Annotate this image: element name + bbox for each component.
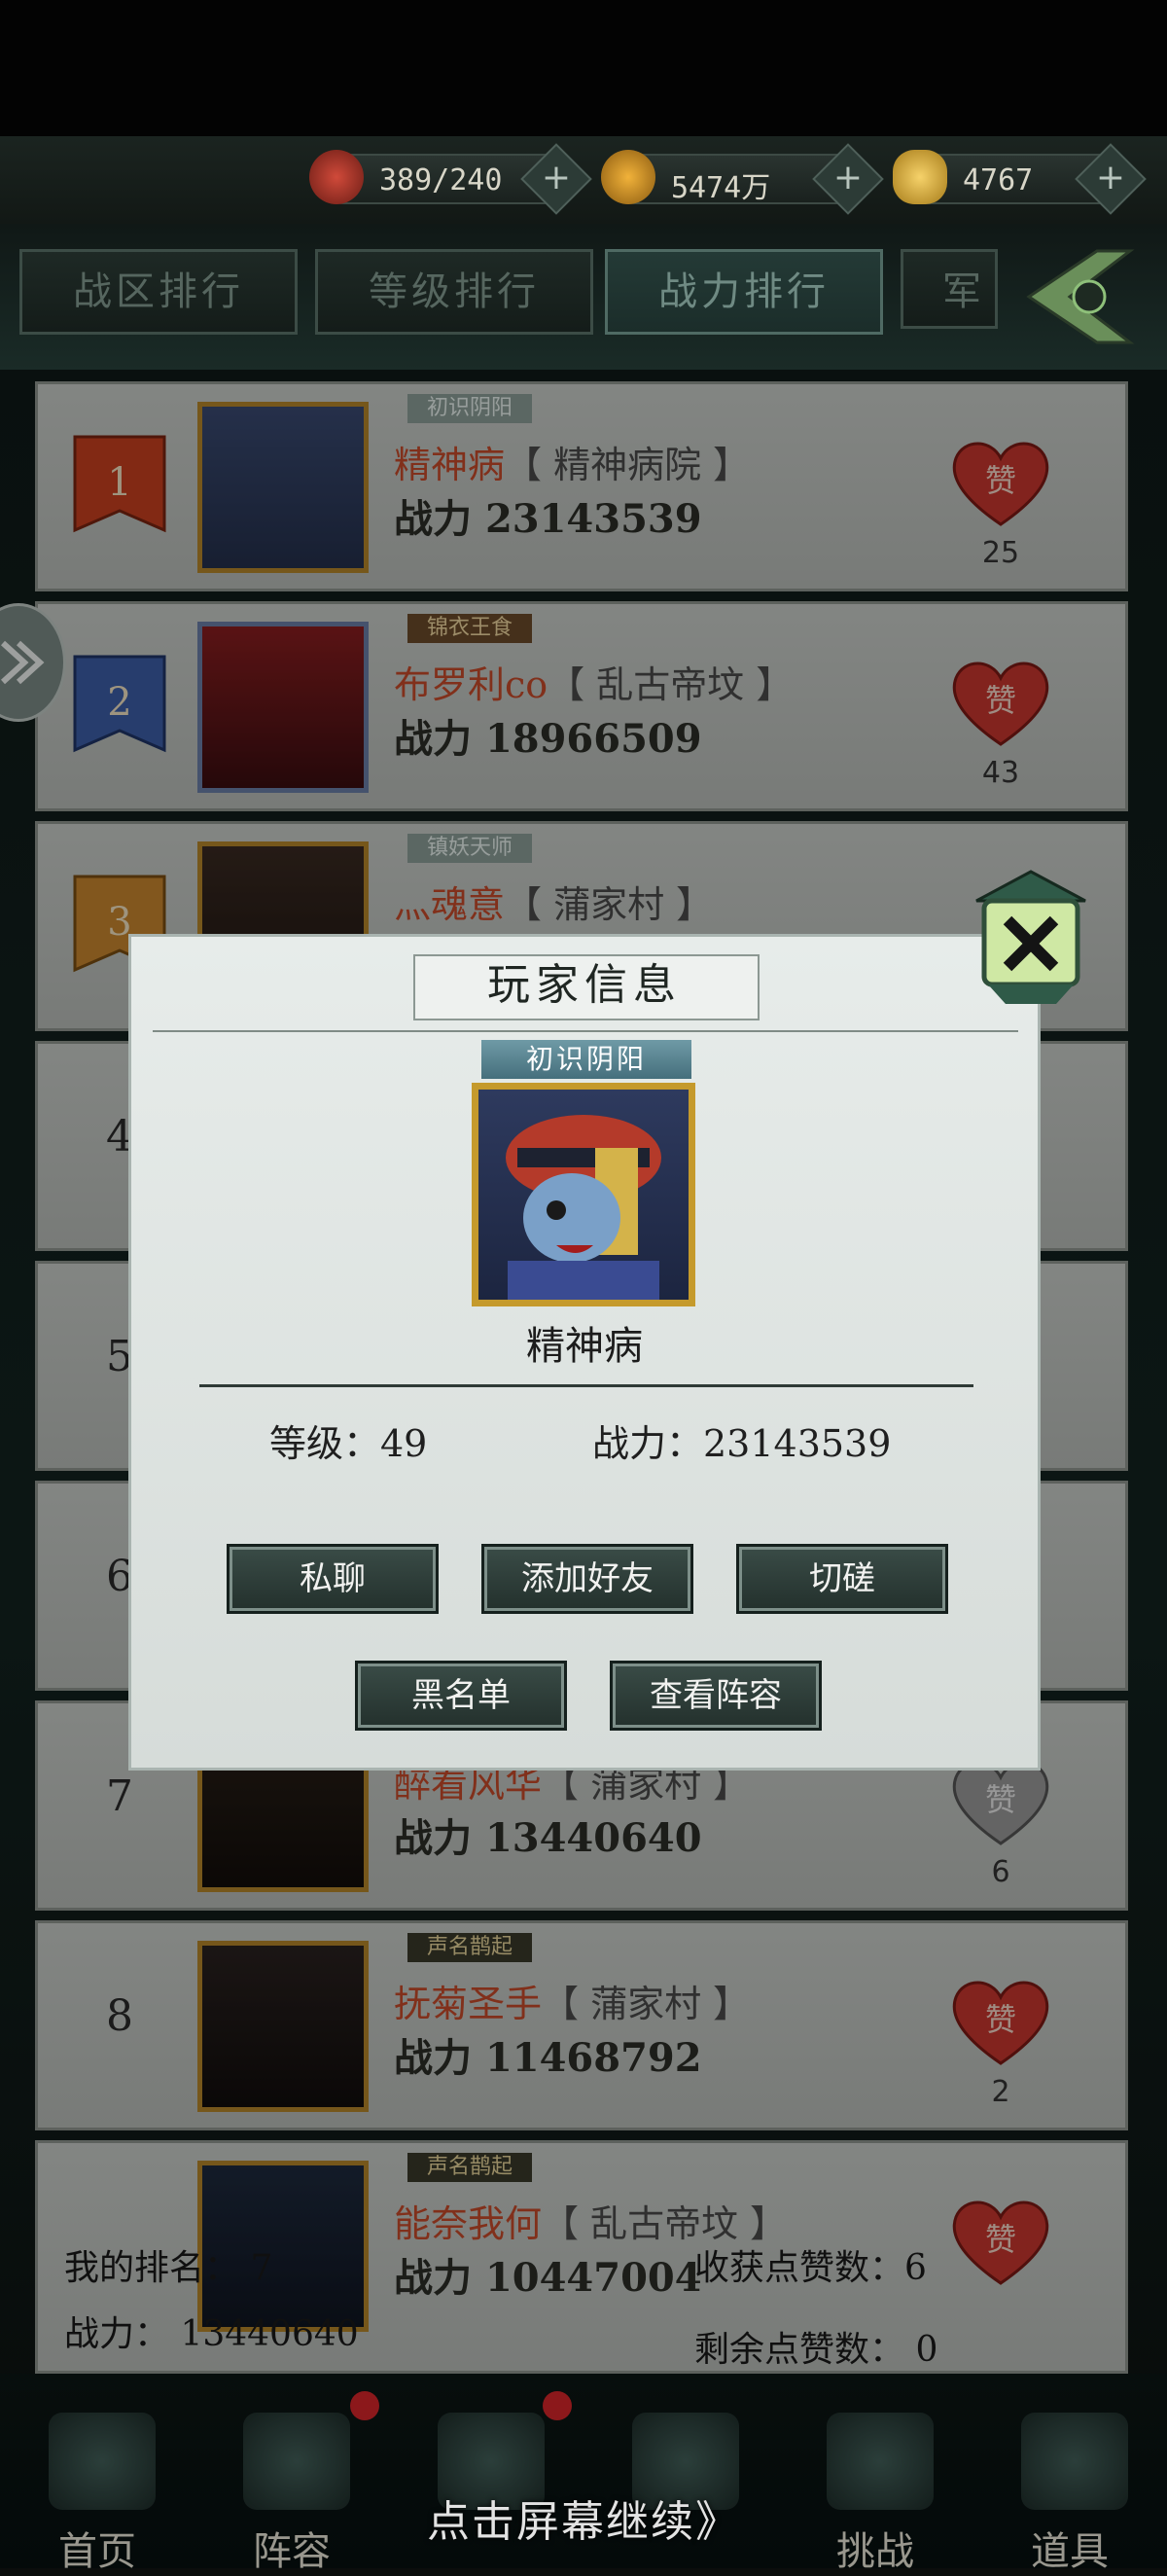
stamina-orb-icon — [309, 150, 364, 204]
tabs-scroll-arrow-icon[interactable] — [1021, 243, 1138, 350]
add-friend-button[interactable]: 添加好友 — [481, 1544, 693, 1614]
plus-icon: + — [832, 158, 864, 197]
tap-to-continue-hint[interactable]: 点击屏幕继续》 — [0, 2487, 1167, 2549]
stamina-value: 389/240 — [379, 163, 503, 197]
blacklist-button[interactable]: 黑名单 — [355, 1661, 567, 1731]
player-level: 等级：49 — [269, 1422, 428, 1465]
status-area — [0, 0, 1167, 136]
private-chat-button[interactable]: 私聊 — [227, 1544, 439, 1614]
spar-button[interactable]: 切磋 — [736, 1544, 948, 1614]
gold-resource: 4767 + — [893, 143, 1147, 215]
tab-level-ranking[interactable]: 等级排行 — [315, 249, 593, 335]
copper-coin-icon — [601, 150, 655, 204]
coin-resource: 5474万 + — [601, 143, 884, 215]
stamina-resource: 389/240 + — [309, 143, 592, 215]
tab-power-ranking[interactable]: 战力排行 — [605, 249, 883, 335]
divider — [153, 1030, 1018, 1032]
tab-army-ranking[interactable]: 军 — [901, 249, 998, 329]
tab-zone-ranking[interactable]: 战区排行 — [19, 249, 298, 335]
player-info-dialog: 玩家信息 初识阴阳 精神病 等级：49 战力：23143539 私聊 添加好友 … — [128, 934, 1041, 1771]
plus-icon: + — [1095, 158, 1126, 197]
player-power: 战力：23143539 — [592, 1422, 892, 1465]
divider — [199, 1384, 973, 1387]
close-icon[interactable] — [963, 866, 1099, 1012]
player-name: 精神病 — [526, 1324, 643, 1369]
view-lineup-button[interactable]: 查看阵容 — [610, 1661, 822, 1731]
player-avatar-large — [472, 1083, 695, 1306]
jiangshi-portrait-icon — [506, 1115, 661, 1300]
gold-value: 4767 — [963, 163, 1034, 197]
plus-icon: + — [541, 158, 572, 197]
dialog-title: 玩家信息 — [487, 960, 682, 1010]
gold-ingot-icon — [893, 150, 947, 204]
coin-value: 5474万 — [671, 171, 771, 205]
player-title-tag: 初识阴阳 — [481, 1040, 691, 1079]
